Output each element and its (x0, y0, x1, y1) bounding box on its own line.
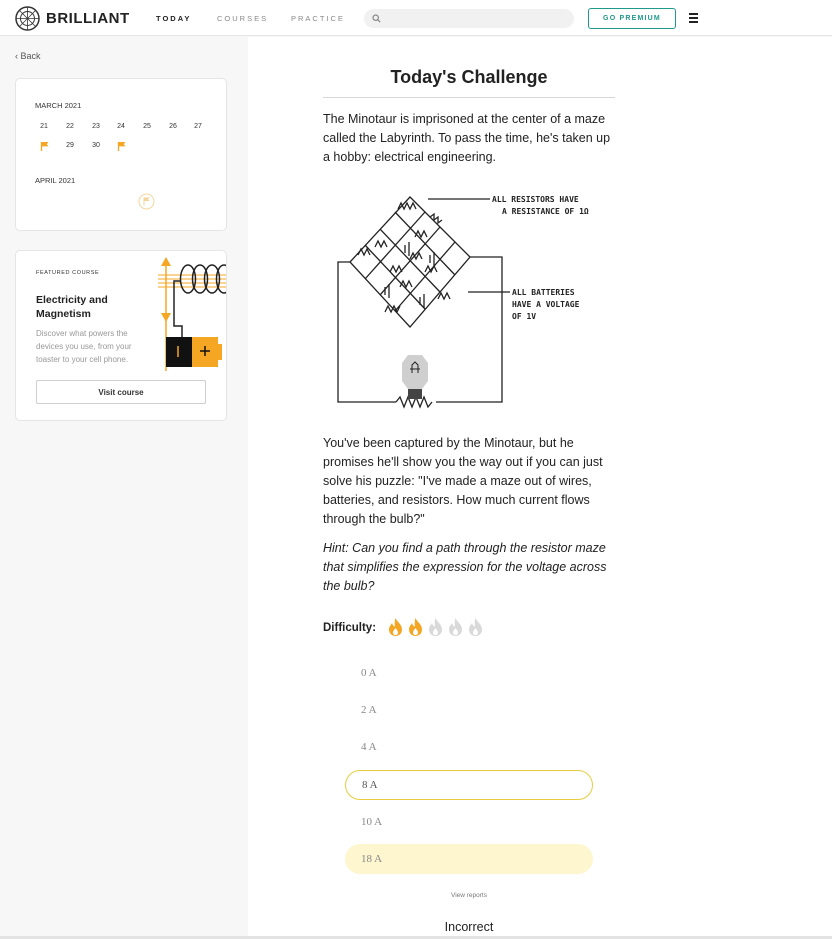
electromagnet-illustration (158, 257, 226, 371)
calendar-day[interactable]: 23 (88, 123, 104, 130)
answer-option[interactable]: 2 A (345, 695, 593, 725)
flame-icon (429, 618, 442, 636)
search-icon (372, 14, 381, 23)
go-premium-button[interactable]: GO PREMIUM (588, 8, 676, 29)
title-divider (323, 97, 615, 98)
battery-label-line3: OF 1V (512, 312, 536, 321)
course-description: Discover what powers the devices you use… (36, 329, 132, 364)
completed-flag-icon[interactable] (117, 141, 127, 151)
completed-flag-icon[interactable] (40, 141, 50, 151)
calendar-card: MARCH 2021 21 22 23 24 25 26 27 29 30 AP… (15, 78, 227, 231)
flame-icon (449, 618, 462, 636)
hamburger-menu-icon[interactable] (689, 13, 698, 25)
challenge-panel: Today's Challenge The Minotaur is impris… (248, 37, 832, 939)
difficulty-label: Difficulty: (323, 622, 377, 634)
nav-courses[interactable]: COURSES (217, 14, 268, 23)
result-status: Incorrect (444, 920, 494, 934)
resistor-label-line1: ALL RESISTORS HAVE (492, 195, 579, 204)
brilliant-logo-icon (15, 6, 40, 31)
flame-icon (469, 618, 482, 636)
resistor-label-line2: A RESISTANCE OF 1Ω (502, 207, 589, 216)
top-bar: BRILLIANT TODAY COURSES PRACTICE GO PREM… (0, 0, 832, 36)
calendar-day[interactable]: 21 (36, 123, 52, 130)
answer-option-selected[interactable]: 8 A (345, 770, 593, 800)
calendar-day[interactable]: 26 (165, 123, 181, 130)
circuit-maze-diagram: ALL RESISTORS HAVE A RESISTANCE OF 1Ω AL… (337, 195, 589, 409)
calendar-month-march: MARCH 2021 (35, 101, 82, 110)
answer-option[interactable]: 10 A (345, 807, 593, 837)
upcoming-flag-icon[interactable] (138, 193, 155, 210)
featured-course-card: FEATURED COURSE Electricity and Magnetis… (15, 250, 227, 421)
nav-practice[interactable]: PRACTICE (291, 14, 345, 23)
visit-course-button[interactable]: Visit course (36, 380, 206, 404)
flame-icon (409, 618, 422, 636)
page-title: Today's Challenge (390, 67, 548, 87)
search-input[interactable] (364, 9, 574, 28)
back-link[interactable]: ‹ Back (15, 51, 41, 61)
answer-option-correct[interactable]: 18 A (345, 844, 593, 874)
calendar-day[interactable]: 24 (113, 123, 129, 130)
hint-text: Hint: Can you find a path through the re… (323, 541, 607, 593)
difficulty-rating (386, 617, 486, 637)
answer-option[interactable]: 0 A (345, 658, 593, 688)
answer-option[interactable]: 4 A (345, 732, 593, 762)
calendar-month-april: APRIL 2021 (35, 176, 76, 185)
intro-text: The Minotaur is imprisoned at the center… (323, 112, 611, 164)
battery-label-line2: HAVE A VOLTAGE (512, 300, 580, 309)
featured-kicker: FEATURED COURSE (36, 270, 100, 276)
brand-name: BRILLIANT (46, 10, 130, 27)
battery-label-line1: ALL BATTERIES (512, 288, 575, 297)
course-title: Electricity and Magnetism (36, 294, 108, 320)
view-reports-link[interactable]: View reports (323, 892, 615, 899)
back-label: Back (20, 51, 41, 61)
calendar-day[interactable]: 27 (190, 123, 206, 130)
calendar-day[interactable]: 25 (139, 123, 155, 130)
question-text: You've been captured by the Minotaur, bu… (323, 436, 603, 526)
calendar-day[interactable]: 29 (62, 142, 78, 149)
brand-logo[interactable]: BRILLIANT (15, 6, 130, 31)
calendar-day[interactable]: 30 (88, 142, 104, 149)
nav-today[interactable]: TODAY (156, 14, 191, 23)
calendar-day[interactable]: 22 (62, 123, 78, 130)
flame-icon (389, 618, 402, 636)
